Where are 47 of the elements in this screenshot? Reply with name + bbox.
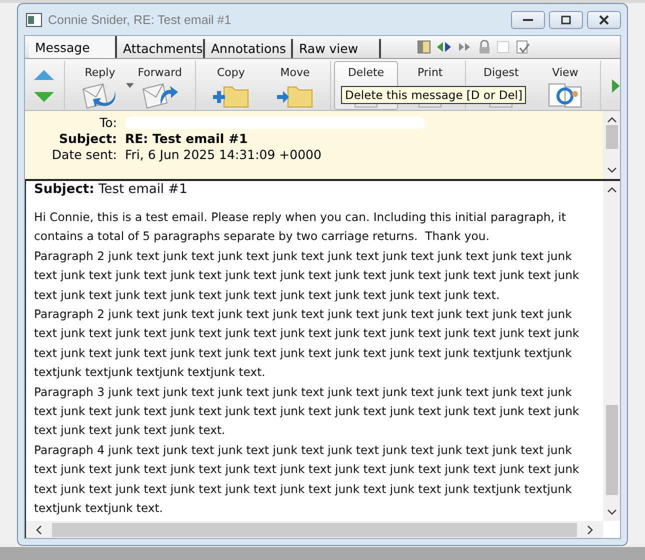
paragraph: Paragraph 2 junk text junk text junk text junk text junk text junk text junk text junk text junk text junk text junk text junk text junk text junk text junk text junk text junk text junk text junk text junk text junk text junk text junk text junk text junk text junk text junk textjunk textjunk textjunk textjunk textjunk textjunk text.	[34, 306, 580, 382]
close-icon	[598, 14, 610, 24]
chevron-left-icon[interactable]	[36, 524, 42, 534]
field-label: To:	[98, 115, 117, 131]
scrollbar[interactable]	[603, 111, 620, 179]
paragraph: Paragraph 4 junk text junk text junk text junk text junk text junk text junk text junk text junk text junk text junk text junk text junk text junk text junk text junk text junk text junk text junk text junk text junk text junk text junk text junk text junk text junk text junk textjunk textjunk textjunk textjunk text.	[34, 442, 580, 518]
paragraph: Hi Connie, this is a test email. Please reply when you can. Including this initial paragraph, it contains a total of 5 paragraphs separate by two carriage returns. Thank you.	[34, 209, 567, 246]
more-arrow-icon[interactable]	[612, 78, 620, 92]
tooltip: Delete this message [D or Del]	[341, 86, 526, 104]
field-value: RE: Test email #1	[125, 131, 249, 147]
lock-icon[interactable]	[478, 40, 491, 54]
window-icon	[26, 12, 42, 26]
chevron-down-icon[interactable]	[606, 509, 616, 515]
scrollbar-thumb[interactable]	[52, 522, 577, 536]
minimize-button[interactable]	[511, 10, 545, 28]
field-label: Date sent:	[50, 147, 117, 163]
scrollbar[interactable]	[603, 181, 620, 521]
chevron-right-icon[interactable]	[587, 524, 593, 534]
scrollbar-thumb[interactable]	[606, 405, 618, 495]
minimize-icon	[523, 18, 533, 20]
down-arrow-icon[interactable]	[33, 90, 55, 102]
paragraph: Paragraph 3 junk text junk text junk text junk text junk text junk text junk text junk text junk text junk text junk text junk text junk text junk text junk text junk text junk text junk text junk text junk text junk text junk text.	[34, 384, 580, 440]
field-label: Subject:	[58, 131, 117, 147]
toolbar-button[interactable]: Move	[262, 61, 328, 110]
document-check-icon[interactable]	[515, 40, 531, 54]
toolbar-button[interactable]: View	[533, 61, 598, 110]
paragraph: Paragraph 2 junk text junk text junk text junk text junk text junk text junk text junk text junk text junk text junk text junk text junk text junk text junk text junk text junk text junk text junk text junk text junk text junk text junk text junk text junk text junk text junk text.	[34, 248, 580, 304]
chevron-up-icon[interactable]	[606, 117, 616, 123]
toolbar-button[interactable]: Copy	[198, 61, 263, 110]
scrollbar-thumb[interactable]	[606, 125, 618, 149]
close-button[interactable]	[587, 10, 621, 28]
panel-icon[interactable]	[417, 40, 431, 54]
horizontal-scrollbar[interactable]	[26, 521, 603, 538]
field-value: Fri, 6 Jun 2025 14:31:09 +0000	[125, 147, 322, 163]
maximize-button[interactable]	[549, 10, 583, 28]
maximize-icon	[560, 14, 572, 24]
tab[interactable]: Message	[29, 36, 117, 58]
window-title: Connie Snider, RE: Test email #1	[48, 12, 232, 26]
chevron-up-icon[interactable]	[606, 187, 616, 193]
caret-icon[interactable]	[126, 83, 134, 88]
documents-icon	[546, 81, 584, 109]
chevron-down-icon[interactable]	[606, 167, 616, 173]
arrows-icon[interactable]	[436, 40, 452, 54]
checkbox-icon[interactable]	[496, 40, 510, 54]
envelope-arrow-icon	[140, 81, 179, 109]
body-heading: Subject: Test email #1	[34, 182, 188, 197]
up-arrow-icon[interactable]	[33, 68, 55, 80]
